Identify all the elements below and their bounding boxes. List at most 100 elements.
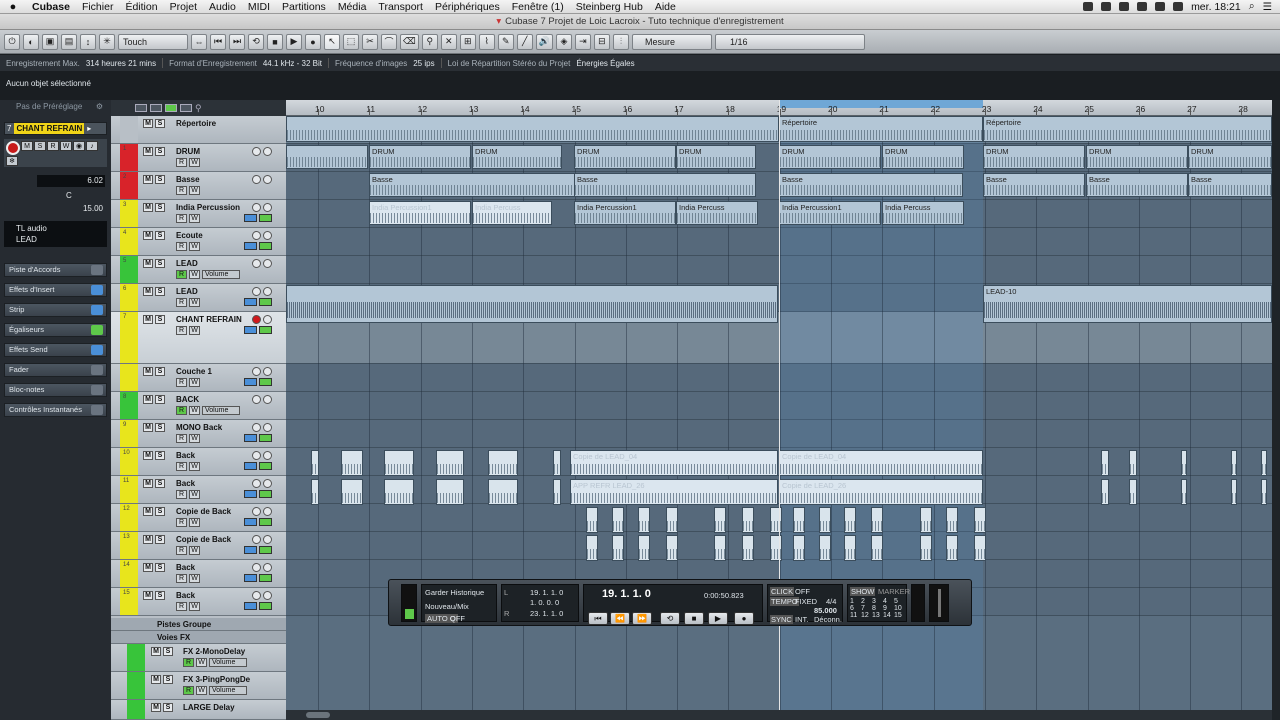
fx-track-name[interactable]: FX 3-PingPongDe <box>183 675 250 684</box>
event[interactable] <box>974 507 986 533</box>
menu-peripheriques[interactable]: Périphériques <box>429 1 506 13</box>
record-button[interactable]: ● <box>734 612 754 625</box>
write-button[interactable]: W <box>196 686 207 695</box>
event[interactable] <box>793 507 805 533</box>
snap-type-select[interactable]: Mesure <box>631 33 712 50</box>
read-button[interactable]: R <box>176 270 187 279</box>
write-button[interactable]: W <box>189 378 200 387</box>
event[interactable]: India Percuss <box>882 201 964 225</box>
timebase-icon[interactable] <box>244 298 257 306</box>
autoscroll-button[interactable]: ⇥ <box>574 33 591 50</box>
menu-media[interactable]: Média <box>332 1 373 13</box>
apple-menu-icon[interactable]: ● <box>0 1 26 13</box>
event[interactable]: India Percuss <box>676 201 758 225</box>
monitor-button[interactable]: ◉ <box>73 141 85 151</box>
monitor-icon[interactable] <box>263 147 272 156</box>
event[interactable] <box>920 535 932 561</box>
track[interactable]: M S Couche 1 RW <box>111 364 286 392</box>
solo-button[interactable]: S <box>155 287 165 296</box>
track-name[interactable]: BACK <box>176 395 199 404</box>
lanes-icon[interactable] <box>259 602 272 610</box>
read-button[interactable]: R <box>176 602 187 611</box>
read-button[interactable]: R <box>176 546 187 555</box>
battery-icon[interactable] <box>1173 2 1184 11</box>
solo-button[interactable]: S <box>155 231 165 240</box>
menu-steinberg-hub[interactable]: Steinberg Hub <box>570 1 649 13</box>
monitor-icon[interactable] <box>263 423 272 432</box>
fx-track[interactable]: MS FX 2-MonoDelay R W Volume <box>111 644 286 672</box>
section-equalizers[interactable]: Égaliseurs <box>4 323 107 337</box>
lanes-icon[interactable] <box>259 462 272 470</box>
event[interactable] <box>1231 450 1237 476</box>
solo-button[interactable]: S <box>163 647 173 656</box>
event[interactable]: DRUM <box>472 145 562 169</box>
track-list-toggle-3[interactable] <box>165 104 177 112</box>
timebase-icon[interactable] <box>244 546 257 554</box>
track-name[interactable]: Couche 1 <box>176 367 212 376</box>
track-list-toggle-1[interactable] <box>135 104 147 112</box>
track[interactable]: 2 M S Basse R W <box>111 172 286 200</box>
menu-midi[interactable]: MIDI <box>242 1 276 13</box>
lock-button[interactable]: ♪ <box>86 141 98 151</box>
event[interactable] <box>793 535 805 561</box>
menu-projet[interactable]: Projet <box>164 1 203 13</box>
write-button[interactable]: W <box>189 270 200 279</box>
event[interactable]: Basse <box>983 173 1085 197</box>
search-icon[interactable]: ⚲ <box>195 103 202 114</box>
play-button[interactable]: ▶ <box>708 612 728 625</box>
event[interactable] <box>341 479 363 505</box>
write-button[interactable]: W <box>189 602 200 611</box>
event[interactable] <box>974 535 986 561</box>
edit-channel-icon[interactable] <box>252 563 261 572</box>
status-icon-2[interactable] <box>1101 2 1112 11</box>
section-chord-track[interactable]: Piste d'Accords <box>4 263 107 277</box>
bypass-icon[interactable] <box>91 305 103 315</box>
event[interactable] <box>586 535 598 561</box>
track[interactable]: 10 M S Back R W <box>111 448 286 476</box>
mute-button[interactable]: M <box>143 591 153 600</box>
event[interactable] <box>742 507 754 533</box>
edit-channel-icon[interactable] <box>252 423 261 432</box>
event[interactable] <box>612 535 624 561</box>
inspector-toggle-button[interactable]: ▤ <box>61 33 77 50</box>
overview-toggle-button[interactable]: ✳ <box>99 33 115 50</box>
event[interactable]: DRUM <box>1086 145 1188 169</box>
timebase-icon[interactable] <box>244 242 257 250</box>
mute-button[interactable]: M <box>143 119 153 128</box>
section-sends[interactable]: Effets Send <box>4 343 107 357</box>
volume-value[interactable]: 6.02 <box>37 175 105 187</box>
event[interactable]: Copie de LEAD_04 <box>779 450 983 476</box>
read-button[interactable]: R <box>176 434 187 443</box>
event[interactable]: Copie de LEAD_04 <box>570 450 778 476</box>
track-name[interactable]: Back <box>176 451 195 460</box>
event[interactable]: India Percussion1 <box>779 201 881 225</box>
write-button[interactable]: W <box>196 658 207 667</box>
menu-aide[interactable]: Aide <box>649 1 682 13</box>
track[interactable]: 1 M S DRUM R W <box>111 144 286 172</box>
record-mode[interactable]: Garder Historique <box>425 588 484 597</box>
timebase-icon[interactable] <box>244 462 257 470</box>
event[interactable]: Basse <box>779 173 963 197</box>
fx-track-name[interactable]: FX 2-MonoDelay <box>183 647 245 656</box>
read-button[interactable]: R <box>176 518 187 527</box>
event[interactable] <box>436 479 464 505</box>
mute-tool[interactable]: ✕ <box>440 33 457 50</box>
menu-transport[interactable]: Transport <box>372 1 429 13</box>
track[interactable]: 13 M S Copie de Back R W <box>111 532 286 560</box>
split-tool[interactable]: ✂ <box>362 33 378 50</box>
play-button[interactable]: ▶ <box>286 33 302 50</box>
marker-button[interactable]: 10 <box>894 605 902 612</box>
write-button[interactable]: W <box>189 406 200 415</box>
read-button[interactable]: R <box>176 242 187 251</box>
marker-button[interactable]: 1 <box>850 598 858 605</box>
marker-button[interactable]: 5 <box>894 598 902 605</box>
event[interactable] <box>1261 479 1267 505</box>
gear-icon[interactable]: ⚙ <box>96 100 103 114</box>
event[interactable] <box>819 535 831 561</box>
track[interactable]: 11 M S Back R W <box>111 476 286 504</box>
mute-button[interactable]: M <box>21 141 33 151</box>
event[interactable] <box>1261 450 1267 476</box>
timebase-icon[interactable] <box>244 574 257 582</box>
mute-button[interactable]: M <box>143 315 153 324</box>
event[interactable] <box>638 507 650 533</box>
